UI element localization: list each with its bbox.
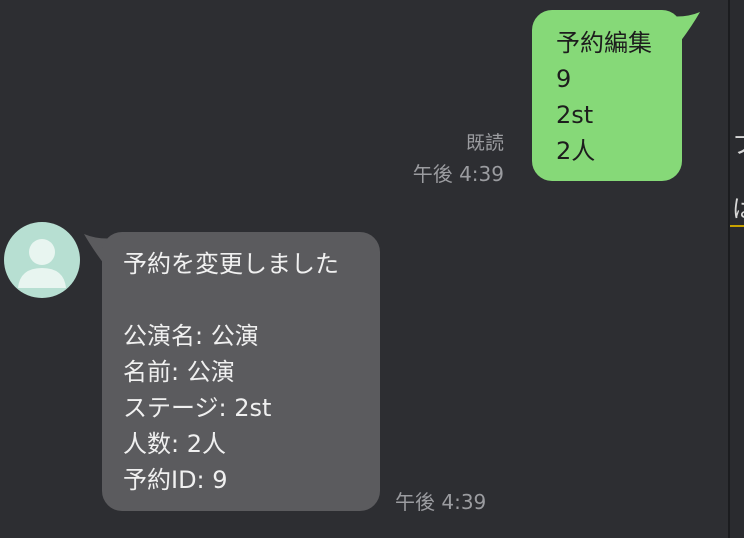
read-receipt-label: 既読 — [465, 132, 504, 154]
sender-avatar[interactable] — [4, 222, 80, 298]
received-message-line: 予約を変更しました — [123, 250, 339, 278]
received-message-bubble[interactable]: 予約を変更しました 公演名: 公演 名前: 公演 ステージ: 2st 人数: 2… — [102, 232, 380, 511]
side-panel-underline — [730, 225, 744, 227]
received-message-line: 公演名: 公演 — [123, 322, 259, 350]
default-user-avatar-icon — [18, 239, 66, 288]
received-message-line: ステージ: 2st — [123, 394, 272, 422]
sent-message-line: 2st — [556, 101, 594, 129]
sent-message-line: 9 — [556, 65, 572, 93]
adjacent-panel-edge: フ は — [730, 0, 744, 538]
sent-message-line: 2人 — [556, 137, 596, 165]
chat-message-area: 予約編集 9 2st 2人 既読 午後 4:39 予約を変更しました 公演名: … — [0, 0, 728, 538]
side-panel-text: は — [732, 196, 744, 222]
side-panel-text: フ — [732, 132, 744, 158]
received-message-line: 名前: 公演 — [123, 358, 235, 386]
received-message-line: 予約ID: 9 — [123, 466, 228, 494]
sent-message-line: 予約編集 — [556, 29, 652, 57]
sent-message-bubble[interactable]: 予約編集 9 2st 2人 — [532, 10, 682, 181]
received-message-line: 人数: 2人 — [123, 430, 226, 458]
sent-message-timestamp: 午後 4:39 — [412, 162, 504, 186]
received-message-timestamp: 午後 4:39 — [395, 490, 487, 514]
received-message-blank-line — [123, 282, 380, 318]
